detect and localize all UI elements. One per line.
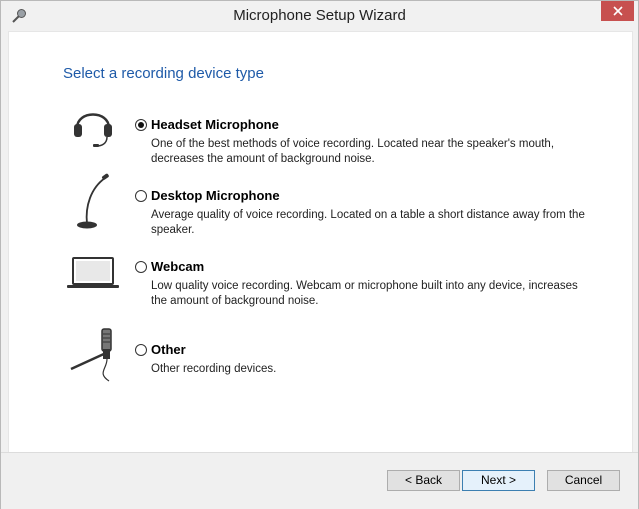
cancel-button[interactable]: Cancel — [547, 470, 620, 491]
option-desc-other: Other recording devices. — [151, 363, 277, 375]
page-heading: Select a recording device type — [63, 65, 264, 82]
desktop-microphone-icon — [77, 173, 109, 229]
option-desc-desktop: Average quality of voice recording. Loca… — [151, 209, 585, 236]
option-label-webcam[interactable]: Webcam — [151, 259, 204, 274]
option-label-desktop[interactable]: Desktop Microphone — [151, 188, 280, 203]
close-icon — [612, 6, 623, 16]
next-button[interactable]: Next > — [462, 470, 535, 491]
window-title: Microphone Setup Wizard — [233, 7, 406, 24]
option-desc-headset: One of the best methods of voice recordi… — [151, 138, 555, 165]
option-label-headset[interactable]: Headset Microphone — [151, 117, 279, 132]
radio-webcam[interactable] — [135, 261, 147, 273]
title-bar[interactable]: Microphone Setup Wizard — [1, 1, 638, 31]
radio-headset[interactable] — [135, 119, 147, 131]
laptop-webcam-icon — [67, 257, 119, 288]
back-button[interactable]: < Back — [387, 470, 460, 491]
wizard-window: Microphone Setup Wizard Select a recordi… — [0, 0, 639, 509]
studio-microphone-icon — [70, 328, 112, 382]
option-label-other[interactable]: Other — [151, 342, 186, 357]
radio-other[interactable] — [135, 344, 147, 356]
button-bar: < Back Next > Cancel — [1, 452, 638, 509]
headset-icon — [74, 113, 112, 147]
radio-desktop[interactable] — [135, 190, 147, 202]
close-button[interactable] — [601, 1, 634, 21]
wizard-content: Select a recording device type Headset M… — [8, 31, 633, 452]
option-desc-webcam: Low quality voice recording. Webcam or m… — [151, 280, 578, 307]
